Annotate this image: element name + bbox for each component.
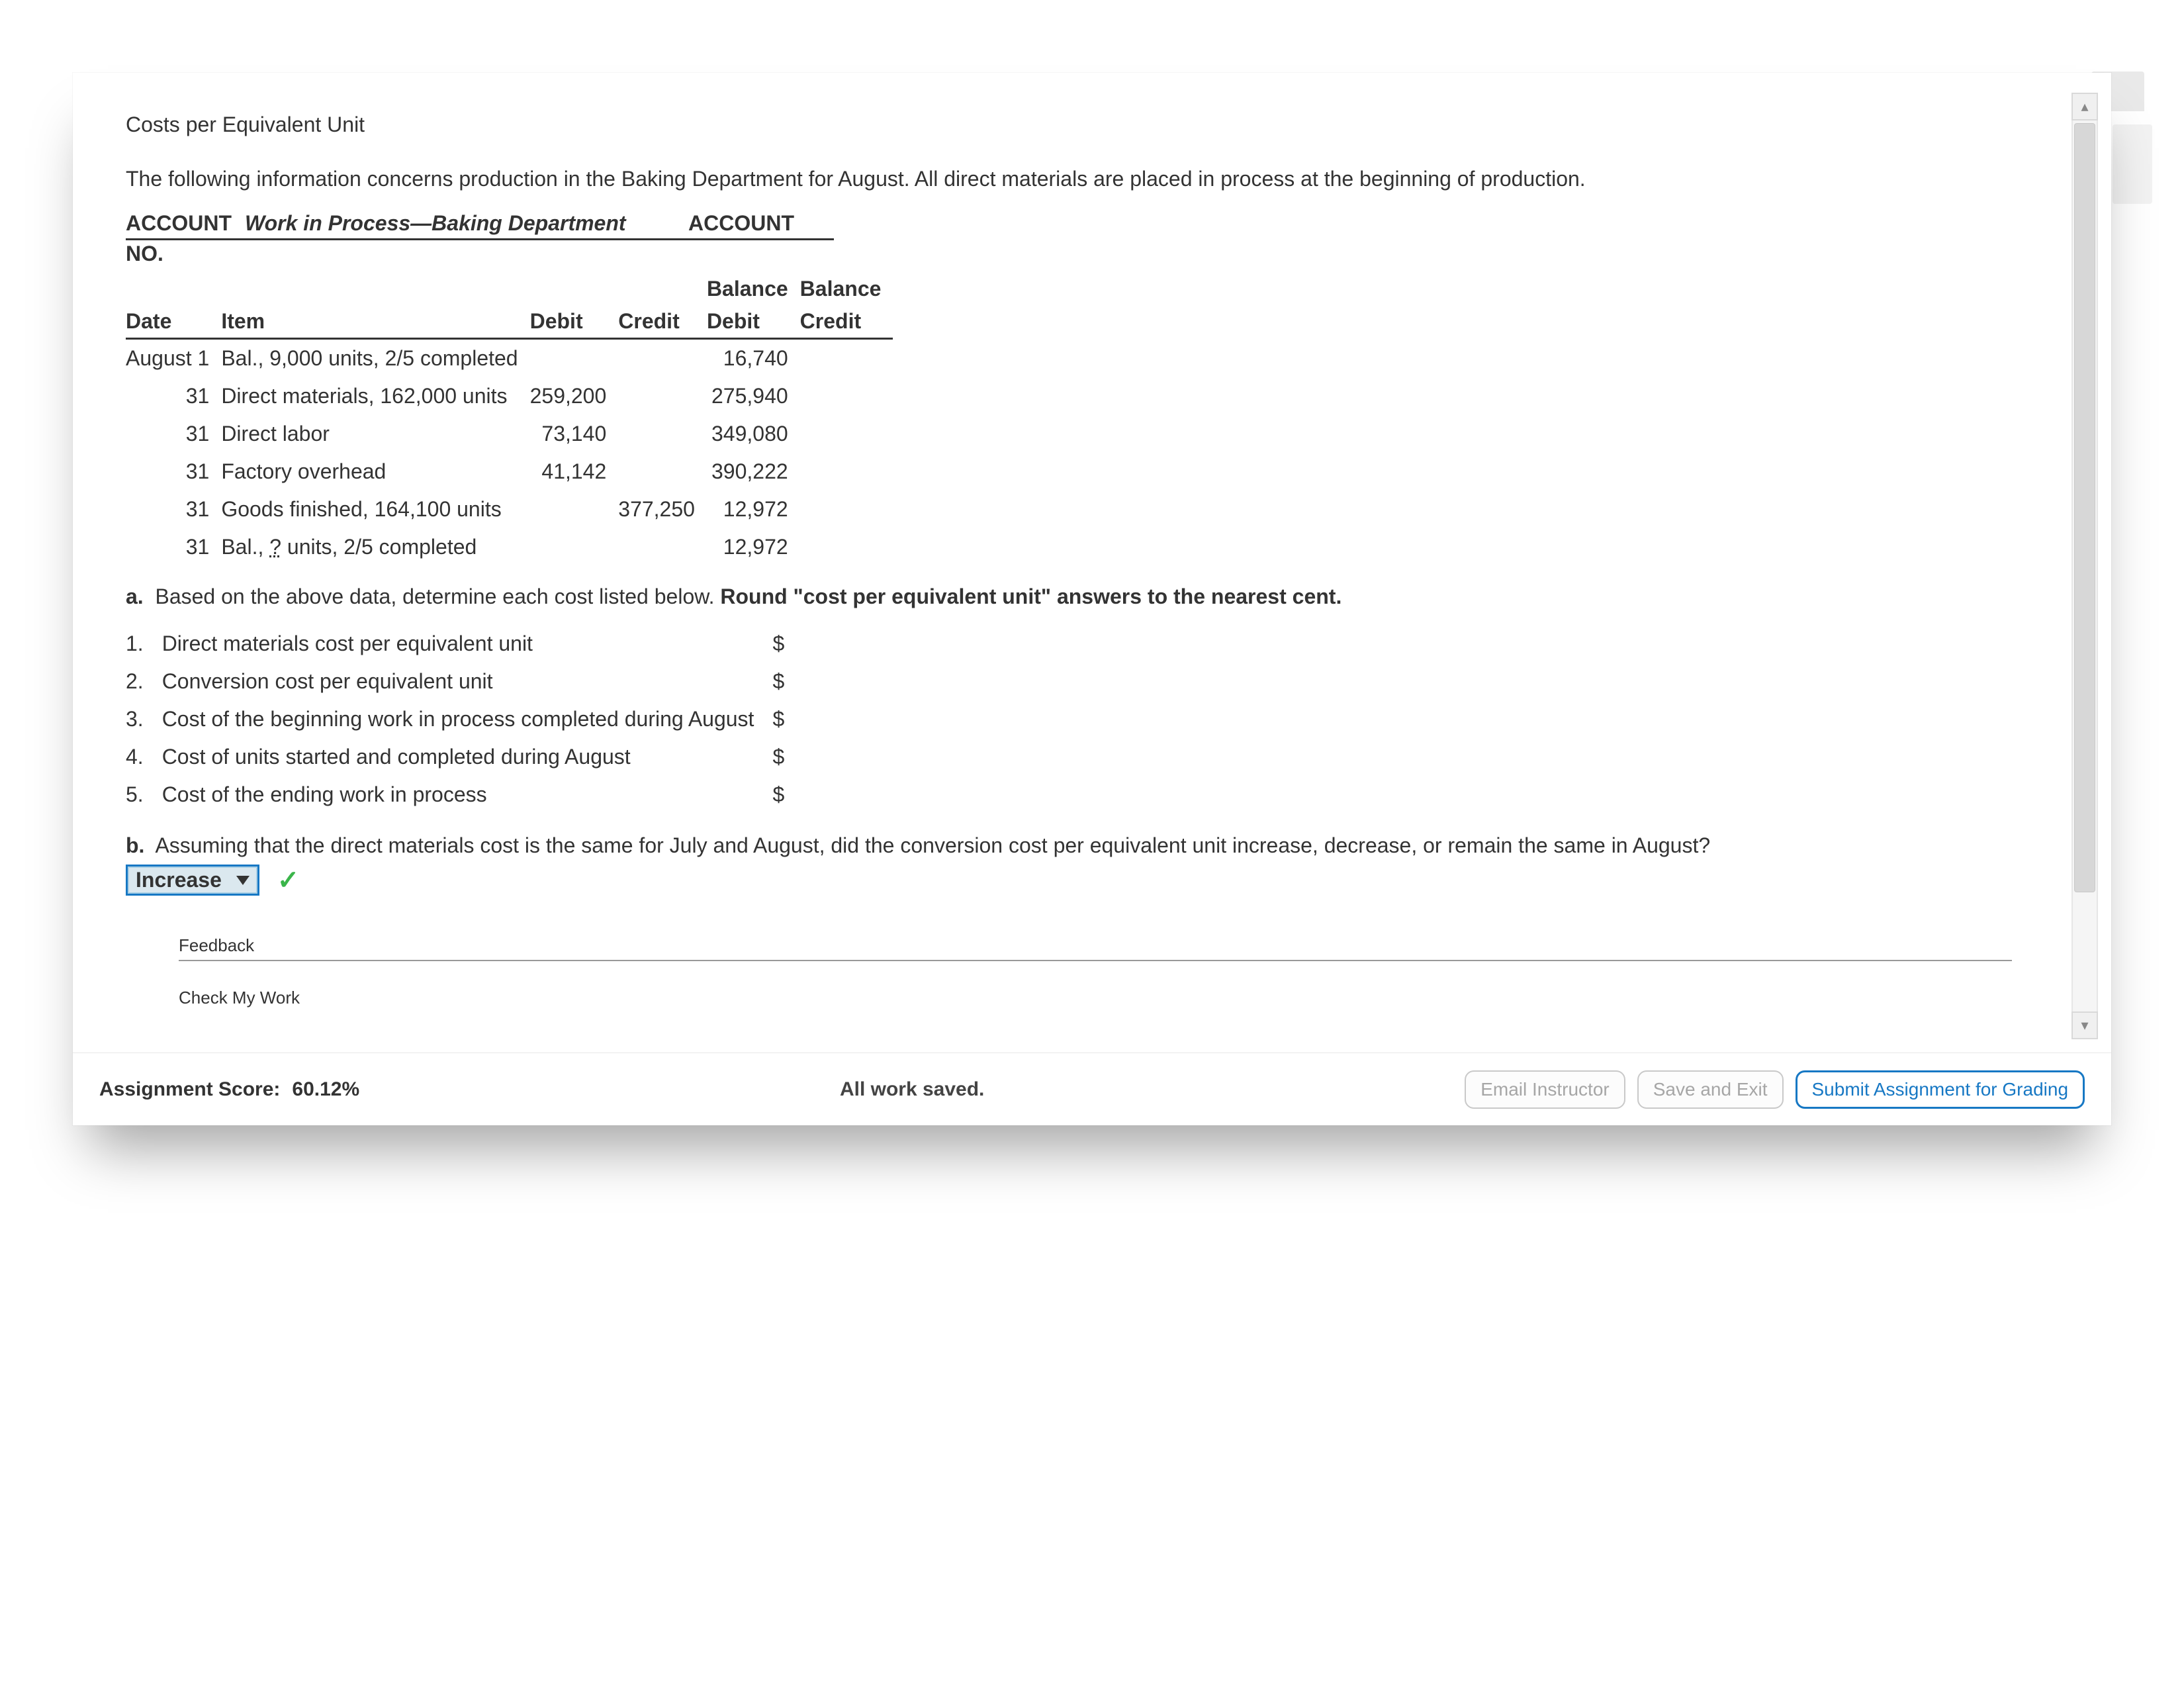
unknown-units: ? [269,535,281,559]
account-name: Work in Process—Baking Department [245,211,688,236]
feedback-header[interactable]: Feedback [179,935,2012,961]
table-row: 31 Factory overhead 41,142 390,222 [126,453,893,491]
account-no-sub: NO. [126,242,2070,266]
part-b: b. Assuming that the direct materials co… [126,833,2070,858]
question-row: 5. Cost of the ending work in process $ [126,776,803,814]
submit-assignment-button[interactable]: Submit Assignment for Grading [1796,1070,2085,1109]
question-list: 1. Direct materials cost per equivalent … [126,625,803,814]
dropdown-label: Increase [136,868,222,892]
part-b-label: b. [126,833,144,857]
table-row: 31 Direct materials, 162,000 units 259,2… [126,377,893,415]
ledger-heading: ACCOUNT Work in Process—Baking Departmen… [126,211,834,240]
score-value: 60.12% [292,1078,359,1101]
account-no-label: ACCOUNT [688,211,834,236]
table-row: 31 Goods finished, 164,100 units 377,250… [126,491,893,528]
col-item: Item [221,305,529,339]
part-b-dropdown[interactable]: Increase [126,865,259,896]
col-credit: Credit [618,305,707,339]
part-a-text: Based on the above data, determine each … [155,585,720,608]
question-row: 4. Cost of units started and completed d… [126,738,803,776]
page-title: Costs per Equivalent Unit [126,113,2070,137]
col-date: Date [126,305,221,339]
col-balance-credit: Credit [800,305,893,339]
intro-text: The following information concerns produ… [126,167,2070,191]
part-a-lead: a. Based on the above data, determine ea… [126,585,2070,609]
check-my-work[interactable]: Check My Work [179,988,2012,1008]
table-row: August 1 Bal., 9,000 units, 2/5 complete… [126,339,893,378]
scrollbar-thumb[interactable] [2074,123,2095,892]
save-and-exit-button[interactable]: Save and Exit [1637,1070,1784,1109]
save-status: All work saved. [840,1078,984,1101]
answer-value[interactable]: $ [772,625,803,663]
email-instructor-button[interactable]: Email Instructor [1465,1070,1625,1109]
scroll-up-button[interactable]: ▴ [2071,93,2098,120]
part-b-text: Assuming that the direct materials cost … [155,833,1710,857]
part-a-label: a. [126,585,144,608]
answer-value[interactable]: $ [772,738,803,776]
part-a-bold: Round "cost per equivalent unit" answers… [720,585,1342,608]
check-icon: ✓ [277,865,300,896]
col-balance-credit-top: Balance [800,273,893,305]
chevron-down-icon [236,876,250,885]
question-row: 2. Conversion cost per equivalent unit $ [126,663,803,700]
table-row: 31 Bal., ? units, 2/5 completed 12,972 [126,528,893,566]
question-row: 1. Direct materials cost per equivalent … [126,625,803,663]
table-row: 31 Direct labor 73,140 349,080 [126,415,893,453]
score-label: Assignment Score: [99,1078,280,1101]
col-balance-debit-top: Balance [707,273,800,305]
scroll-down-button[interactable]: ▾ [2071,1011,2098,1039]
col-balance-debit: Debit [707,305,800,339]
background-panel [2113,124,2152,204]
answer-value[interactable]: $ [772,663,803,700]
assignment-footer: Assignment Score: 60.12% All work saved.… [73,1053,2111,1125]
scrollbar[interactable]: ▴ ▾ [2071,93,2098,1039]
account-label: ACCOUNT [126,211,232,236]
answer-value[interactable]: $ [772,776,803,814]
ledger-table: Balance Balance Date Item Debit Credit D… [126,273,893,566]
answer-value[interactable]: $ [772,700,803,738]
app-frame: Costs per Equivalent Unit The following … [73,73,2111,1125]
col-debit: Debit [530,305,619,339]
content-area: Costs per Equivalent Unit The following … [73,73,2070,1039]
question-row: 3. Cost of the beginning work in process… [126,700,803,738]
